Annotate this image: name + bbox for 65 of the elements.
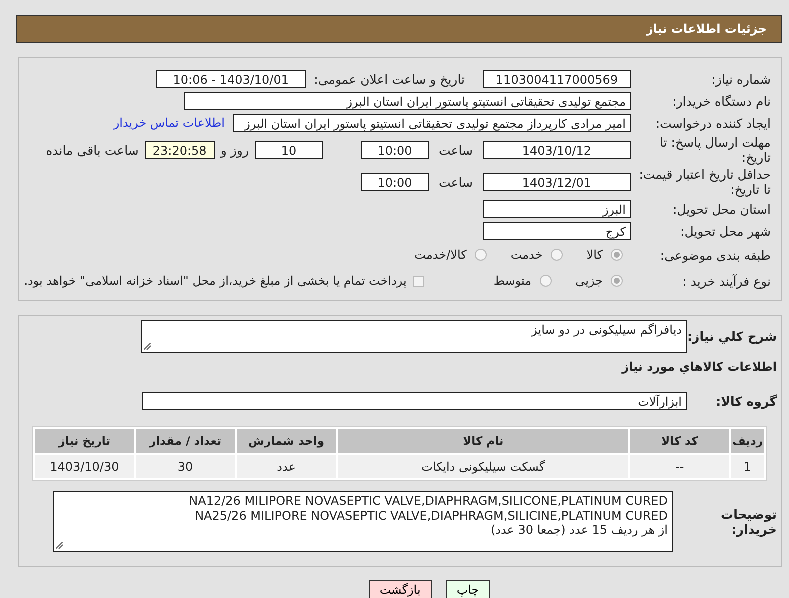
- field-label: ساعت: [438, 174, 473, 190]
- column-header: ردیف: [731, 429, 764, 453]
- field-label: حداقل تاریخ اعتبار قیمت: تا تاریخ:: [638, 167, 771, 197]
- input-field[interactable]: 10: [254, 141, 323, 159]
- radio-button[interactable]: [474, 249, 487, 261]
- input-field[interactable]: امیر مرادی کارپرداز مجتمع تولیدی تحقیقاتی انستیتو پاستور ایران استان البرز: [233, 114, 631, 132]
- field-label: طبقه بندی موضوعی:: [659, 248, 771, 262]
- input-field[interactable]: 1403/10/12: [483, 141, 631, 159]
- page-header: جزئیات اطلاعات نیاز: [16, 15, 782, 43]
- field-label: توضیحات خریدار:: [720, 506, 777, 536]
- option-label: کالا/خدمت: [414, 248, 467, 262]
- field-label: نوع فرآیند خرید :: [682, 274, 771, 288]
- print-button[interactable]: چاپ: [446, 580, 490, 598]
- field-label: تاریخ و ساعت اعلان عمومی:: [314, 72, 465, 86]
- column-header: واحد شمارش: [236, 429, 336, 453]
- checkbox[interactable]: [412, 276, 424, 286]
- table-cell: گسکت سیلیکونی دایکات: [338, 455, 628, 478]
- section-title: اطلاعات كالاهاي مورد نياز: [620, 360, 777, 374]
- table-cell: 1403/10/30: [35, 455, 134, 478]
- option-label: کالا: [586, 248, 603, 262]
- input-field[interactable]: 1403/12/01: [483, 173, 631, 191]
- field-label: ایجاد کننده درخواست:: [654, 116, 771, 130]
- resize-grip-icon[interactable]: [56, 542, 63, 549]
- description-text: دیافراگم سیلیکونی در دو سایز: [532, 322, 682, 336]
- field-label: شهر محل تحویل:: [680, 224, 771, 238]
- table-cell: 30: [136, 455, 235, 478]
- field-label: گروه کالا:: [715, 394, 777, 408]
- checkbox-label: پرداخت تمام یا بخشی از مبلغ خرید،از محل "اسناد خزانه اسلامی" خواهد بود.: [24, 274, 407, 288]
- input-field[interactable]: البرز: [483, 200, 631, 218]
- radio-button[interactable]: [611, 275, 623, 287]
- input-field[interactable]: 10:00: [360, 141, 429, 159]
- radio-button[interactable]: [611, 249, 623, 261]
- column-header: نام کالا: [338, 429, 628, 453]
- column-header: کد کالا: [630, 429, 730, 453]
- notes-line: NA12/26 MILIPORE NOVASEPTIC VALVE,DIAPHRAGM,SILICONE,PLATINUM CURED: [189, 494, 668, 508]
- field-label: ساعت باقی مانده: [46, 142, 139, 158]
- field-label: نام دستگاه خریدار:: [672, 94, 771, 108]
- column-header: تاریخ نیاز: [35, 429, 134, 453]
- table-cell: 1: [731, 455, 764, 478]
- field-label: استان محل تحویل:: [672, 202, 771, 216]
- back-button[interactable]: بازگشت: [368, 580, 432, 598]
- input-field[interactable]: ابزارآلات: [142, 392, 687, 410]
- option-label: جزیی: [576, 274, 603, 288]
- field-label: شرح کلي نياز:: [687, 328, 777, 344]
- input-field[interactable]: 10:00: [360, 173, 429, 191]
- radio-button[interactable]: [540, 275, 552, 287]
- input-field[interactable]: 1403/10/01 - 10:06: [156, 70, 306, 88]
- radio-button[interactable]: [550, 249, 563, 261]
- input-field[interactable]: مجتمع تولیدی تحقیقاتی انستیتو پاستور ایران استان البرز: [184, 92, 631, 110]
- contact-link[interactable]: اطلاعات تماس خریدار: [114, 116, 225, 130]
- input-field[interactable]: 1103004117000569: [483, 70, 631, 88]
- input-field[interactable]: 23:20:58: [144, 141, 215, 159]
- field-label: شماره نیاز:: [710, 72, 771, 86]
- option-label: متوسط: [494, 274, 532, 288]
- field-label: ساعت: [438, 142, 473, 158]
- resize-grip-icon[interactable]: [144, 342, 151, 350]
- input-field[interactable]: کرج: [483, 222, 631, 240]
- table-cell: --: [630, 455, 730, 478]
- field-label: روز و: [220, 142, 249, 158]
- option-label: خدمت: [510, 248, 543, 262]
- notes-line: NA25/26 MILIPORE NOVASEPTIC VALVE,DIAPHRAGM,SILICINE,PLATINUM CURED: [195, 508, 668, 523]
- field-label: مهلت ارسال پاسخ: تا تاریخ:: [659, 135, 771, 165]
- notes-line: از هر ردیف 15 عدد (جمعا 30 عدد): [490, 523, 668, 538]
- column-header: تعداد / مقدار: [136, 429, 235, 453]
- table-cell: عدد: [236, 455, 336, 478]
